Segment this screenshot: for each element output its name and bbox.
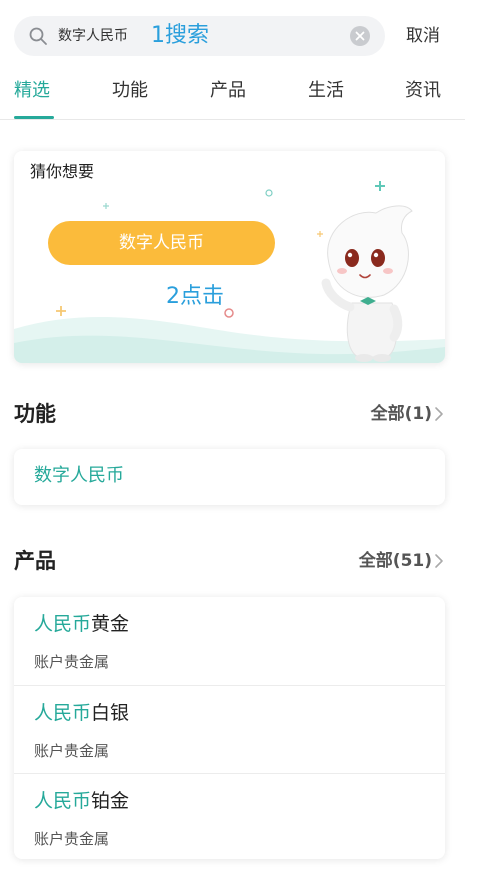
function-item-digital-rmb[interactable]: 数字人民币: [34, 463, 124, 489]
chevron-right-icon[interactable]: [434, 553, 444, 569]
search-input[interactable]: 数字人民币: [58, 27, 128, 45]
product-name-highlight: 人民币: [34, 702, 92, 724]
product-item[interactable]: 人民币黄金 账户贵金属: [14, 597, 445, 685]
clear-icon[interactable]: [350, 26, 370, 46]
products-card: 人民币黄金 账户贵金属 人民币白银 账户贵金属 人民币铂金 账户贵金属: [14, 597, 445, 859]
annotation-search: 1搜索: [151, 23, 209, 48]
product-category: 账户贵金属: [34, 653, 110, 671]
product-name-rest: 白银: [91, 702, 130, 724]
category-tabs: 精选 功能 产品 生活 资讯: [0, 76, 465, 120]
tab-functions[interactable]: 功能: [112, 78, 148, 104]
cancel-button[interactable]: 取消: [406, 24, 440, 48]
functions-all-link[interactable]: 全部(1): [371, 402, 432, 426]
product-name-rest: 黄金: [91, 613, 130, 635]
product-name-highlight: 人民币: [34, 790, 92, 812]
tab-news[interactable]: 资讯: [405, 78, 441, 104]
product-name: 人民币铂金: [34, 788, 129, 814]
products-section-title: 产品: [14, 549, 56, 573]
search-box[interactable]: 数字人民币 1搜索: [14, 16, 385, 56]
product-name-highlight: 人民币: [34, 613, 92, 635]
annotation-click: 2点击: [166, 284, 224, 309]
functions-card: 数字人民币: [14, 449, 445, 505]
functions-section-title: 功能: [14, 402, 56, 426]
product-item[interactable]: 人民币白银 账户贵金属: [14, 685, 445, 773]
product-name-rest: 铂金: [91, 790, 130, 812]
guess-card: 猜你想要 数字人民币 2点击: [14, 151, 445, 363]
search-icon: [28, 26, 48, 46]
tab-life[interactable]: 生活: [308, 78, 344, 104]
tab-featured[interactable]: 精选: [14, 78, 50, 104]
guess-title: 猜你想要: [30, 162, 95, 181]
tab-products[interactable]: 产品: [210, 78, 246, 104]
chevron-right-icon[interactable]: [434, 406, 444, 422]
product-name: 人民币白银: [34, 700, 129, 726]
products-all-link[interactable]: 全部(51): [359, 549, 432, 573]
suggestion-chip[interactable]: 数字人民币: [48, 221, 275, 265]
product-category: 账户贵金属: [34, 742, 110, 760]
search-row: 数字人民币 1搜索 取消: [14, 16, 464, 56]
product-item[interactable]: 人民币铂金 账户贵金属: [14, 773, 445, 861]
product-category: 账户贵金属: [34, 830, 110, 848]
product-name: 人民币黄金: [34, 611, 129, 637]
tab-active-indicator: [14, 116, 54, 119]
mascot-illustration: [321, 205, 413, 362]
